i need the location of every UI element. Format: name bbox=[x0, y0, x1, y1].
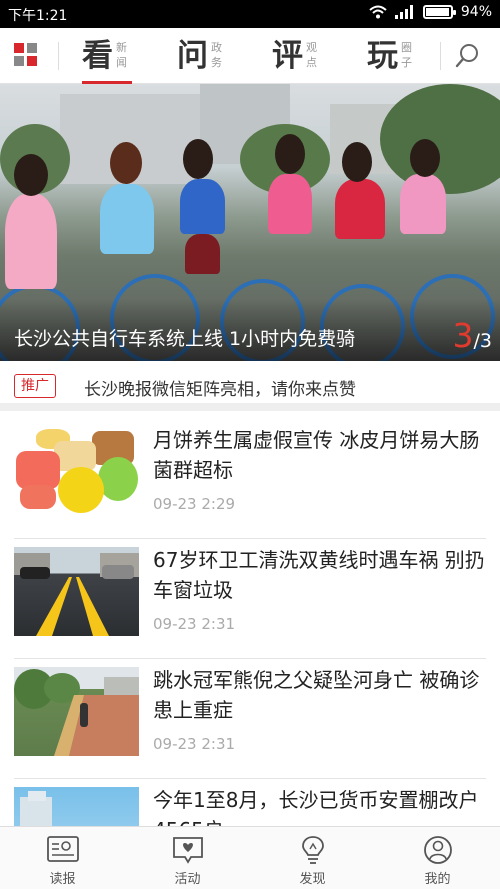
banner-image-person-head bbox=[110, 142, 142, 184]
battery-percent: 94% bbox=[460, 4, 492, 20]
news-time: 09-23 2:31 bbox=[153, 735, 236, 753]
bottom-tab-newspaper[interactable]: 读报 bbox=[0, 827, 125, 889]
featured-banner[interactable]: 长沙公共自行车系统上线 1小时内免费骑 3/3 bbox=[0, 84, 500, 361]
top-nav: 看 新闻 问 政务 评 观点 玩 圈子 bbox=[0, 28, 500, 84]
status-time: 下午1:21 bbox=[8, 8, 68, 24]
tab-opinion-char: 评 bbox=[272, 38, 303, 74]
tab-news-char: 看 bbox=[82, 38, 113, 74]
banner-image-person-head bbox=[183, 139, 213, 179]
news-title: 跳水冠军熊倪之父疑坠河身亡 被确诊患上重症 bbox=[153, 668, 480, 722]
banner-page-current: 3 bbox=[452, 316, 474, 355]
bottom-tab-label: 发现 bbox=[299, 872, 326, 887]
news-title: 67岁环卫工清洗双黄线时遇车祸 别扔车窗垃圾 bbox=[153, 548, 485, 602]
tab-government-label: 政务 bbox=[211, 41, 222, 69]
activity-icon bbox=[173, 837, 203, 864]
banner-image-person bbox=[268, 174, 312, 234]
newspaper-icon bbox=[47, 836, 79, 862]
news-list: 月饼养生属虚假宣传 冰皮月饼易大肠菌群超标 09-23 2:29 67岁环卫工清… bbox=[0, 419, 500, 889]
promo-tag: 推广 bbox=[14, 374, 56, 398]
grid-menu-icon[interactable] bbox=[14, 43, 40, 69]
nav-divider bbox=[58, 42, 59, 70]
bottom-tab-label: 读报 bbox=[49, 872, 76, 887]
news-time: 09-23 2:31 bbox=[153, 615, 236, 633]
user-icon bbox=[424, 836, 452, 864]
app-root: 下午1:21 94% 看 新闻 问 政务 评 观点 玩 圈子 长沙公共自行车系统… bbox=[0, 0, 500, 889]
tab-government-char: 问 bbox=[177, 38, 208, 74]
tab-news-label: 新闻 bbox=[116, 41, 127, 69]
search-icon[interactable] bbox=[454, 42, 482, 70]
banner-image-tree bbox=[380, 84, 500, 194]
tab-opinion-label: 观点 bbox=[306, 41, 317, 69]
news-item[interactable]: 月饼养生属虚假宣传 冰皮月饼易大肠菌群超标 09-23 2:29 bbox=[14, 419, 486, 539]
promo-row[interactable]: 推广 长沙晚报微信矩阵亮相，请你来点赞 bbox=[0, 361, 500, 411]
bottom-tab-discover[interactable]: 发现 bbox=[250, 827, 375, 889]
promo-text: 长沙晚报微信矩阵亮相，请你来点赞 bbox=[84, 380, 356, 400]
bottom-tab-me[interactable]: 我的 bbox=[375, 827, 500, 889]
banner-image-person bbox=[100, 184, 154, 254]
banner-image-person-head bbox=[14, 154, 48, 196]
tab-circles-label: 圈子 bbox=[401, 41, 412, 69]
news-time: 09-23 2:29 bbox=[153, 495, 236, 513]
status-bar: 下午1:21 94% bbox=[0, 0, 500, 28]
banner-image-person bbox=[185, 234, 220, 274]
nav-divider bbox=[440, 42, 441, 70]
bottom-tab-bar: 读报 活动 发现 我的 bbox=[0, 826, 500, 889]
wifi-icon bbox=[369, 5, 387, 19]
status-right: 94% bbox=[369, 4, 492, 20]
banner-image-person-head bbox=[342, 142, 372, 182]
banner-caption: 长沙公共自行车系统上线 1小时内免费骑 bbox=[14, 328, 356, 350]
bottom-tab-activity[interactable]: 活动 bbox=[125, 827, 250, 889]
banner-image-person bbox=[335, 179, 385, 239]
news-thumb-riverside-path bbox=[14, 667, 139, 756]
news-title: 月饼养生属虚假宣传 冰皮月饼易大肠菌群超标 bbox=[153, 428, 480, 482]
banner-page-total: /3 bbox=[473, 330, 493, 352]
news-item[interactable]: 67岁环卫工清洗双黄线时遇车祸 别扔车窗垃圾 09-23 2:31 bbox=[14, 539, 486, 659]
lightbulb-icon bbox=[302, 836, 324, 864]
tab-circles-char: 玩 bbox=[367, 38, 398, 74]
banner-image-person bbox=[5, 194, 57, 289]
bottom-tab-label: 我的 bbox=[424, 872, 451, 887]
banner-image-person bbox=[180, 179, 225, 234]
banner-image-person bbox=[400, 174, 446, 234]
banner-image-person-head bbox=[410, 139, 440, 177]
news-item[interactable]: 跳水冠军熊倪之父疑坠河身亡 被确诊患上重症 09-23 2:31 bbox=[14, 659, 486, 779]
battery-icon bbox=[422, 5, 456, 19]
banner-image-person-head bbox=[275, 134, 305, 174]
bottom-tab-label: 活动 bbox=[174, 872, 201, 887]
signal-icon bbox=[394, 5, 413, 19]
banner-pager: 3/3 bbox=[453, 316, 493, 355]
news-thumb-road bbox=[14, 547, 139, 636]
news-thumb-mooncakes bbox=[14, 427, 139, 516]
